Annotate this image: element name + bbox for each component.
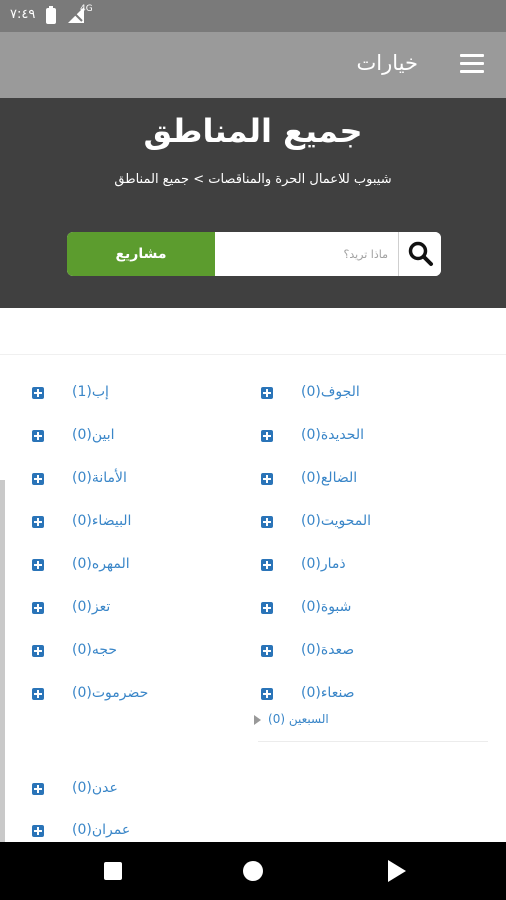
plus-icon[interactable] [32, 825, 44, 837]
triangle-right-icon [254, 715, 261, 725]
region-link[interactable]: حجه(0) [72, 642, 117, 658]
region-link[interactable]: المهره(0) [72, 556, 130, 572]
region-link[interactable]: صعدة(0) [301, 642, 354, 658]
sub-region-link[interactable]: السبعين (0) [268, 712, 329, 726]
region-link[interactable]: تعز(0) [72, 599, 110, 615]
page-title: جميع المناطق [143, 112, 363, 150]
region-link[interactable]: إب(1) [72, 384, 109, 400]
app-bar: خيارات [0, 32, 506, 98]
right-column-panel [258, 355, 488, 742]
region-link[interactable]: صنعاء(0) [301, 685, 355, 701]
region-link[interactable]: ابين(0) [72, 427, 115, 443]
search-submit-button[interactable]: مشاريع [67, 232, 215, 276]
region-item-hodeidah: الحديدة(0) [261, 427, 461, 449]
region-link[interactable]: الحديدة(0) [301, 427, 364, 443]
region-item-hajjah: حجه(0) [32, 642, 232, 664]
status-time: ٧:٤٩ [10, 7, 36, 22]
plus-icon[interactable] [261, 559, 273, 571]
plus-icon[interactable] [261, 645, 273, 657]
hamburger-icon[interactable] [460, 54, 484, 74]
region-item-ibb: إب(1) [32, 384, 232, 406]
region-link[interactable]: الجوف(0) [301, 384, 360, 400]
system-nav-bar [0, 842, 506, 900]
plus-icon[interactable] [261, 516, 273, 528]
region-item-saada: صعدة(0) [261, 642, 461, 664]
breadcrumb[interactable]: شيبوب للاعمال الحرة والمناقصات > جميع ال… [0, 172, 506, 187]
search-icon-button[interactable] [398, 232, 441, 276]
region-item-sanaa: صنعاء(0) [261, 685, 461, 707]
plus-icon[interactable] [32, 602, 44, 614]
region-item-mahwit: المحويت(0) [261, 513, 461, 535]
region-item-abyan: ابين(0) [32, 427, 232, 449]
app-bar-title: خيارات [356, 51, 418, 75]
search-bar: مشاريع [67, 232, 441, 276]
plus-icon[interactable] [32, 559, 44, 571]
region-link[interactable]: حضرموت(0) [72, 685, 148, 701]
plus-icon[interactable] [32, 783, 44, 795]
hero-section: جميع المناطق شيبوب للاعمال الحرة والمناق… [0, 98, 506, 308]
circle-icon[interactable] [243, 861, 263, 881]
region-item-mahra: المهره(0) [32, 556, 232, 578]
region-link[interactable]: الأمانة(0) [72, 470, 127, 486]
region-item-jawf: الجوف(0) [261, 384, 461, 406]
plus-icon[interactable] [32, 688, 44, 700]
region-link[interactable]: البيضاء(0) [72, 513, 131, 529]
plus-icon[interactable] [32, 430, 44, 442]
plus-icon[interactable] [261, 473, 273, 485]
plus-icon[interactable] [261, 430, 273, 442]
region-link[interactable]: عدن(0) [72, 780, 118, 796]
region-item-amanah: الأمانة(0) [32, 470, 232, 492]
search-input[interactable] [215, 232, 398, 276]
region-item-amran: عمران(0) [32, 822, 232, 844]
search-icon [408, 241, 433, 266]
region-link[interactable]: الضالع(0) [301, 470, 357, 486]
region-item-dhamar: ذمار(0) [261, 556, 461, 578]
region-item-dhale: الضالع(0) [261, 470, 461, 492]
region-link[interactable]: شبوة(0) [301, 599, 351, 615]
region-link[interactable]: عمران(0) [72, 822, 130, 838]
region-item-bayda: البيضاء(0) [32, 513, 232, 535]
region-item-taiz: تعز(0) [32, 599, 232, 621]
network-type: 4G [80, 4, 93, 14]
left-rule [0, 480, 5, 842]
region-item-aden: عدن(0) [32, 780, 232, 802]
plus-icon[interactable] [32, 387, 44, 399]
region-item-hadramout: حضرموت(0) [32, 685, 232, 707]
plus-icon[interactable] [261, 602, 273, 614]
region-link[interactable]: المحويت(0) [301, 513, 371, 529]
plus-icon[interactable] [261, 387, 273, 399]
triangle-icon[interactable] [388, 860, 406, 882]
status-bar: ٧:٤٩ 4G [0, 0, 506, 32]
square-icon[interactable] [104, 862, 122, 880]
plus-icon[interactable] [32, 516, 44, 528]
region-item-shabwa: شبوة(0) [261, 599, 461, 621]
plus-icon[interactable] [32, 645, 44, 657]
plus-icon[interactable] [32, 473, 44, 485]
plus-icon[interactable] [261, 688, 273, 700]
region-link[interactable]: ذمار(0) [301, 556, 346, 572]
battery-icon [46, 6, 56, 24]
